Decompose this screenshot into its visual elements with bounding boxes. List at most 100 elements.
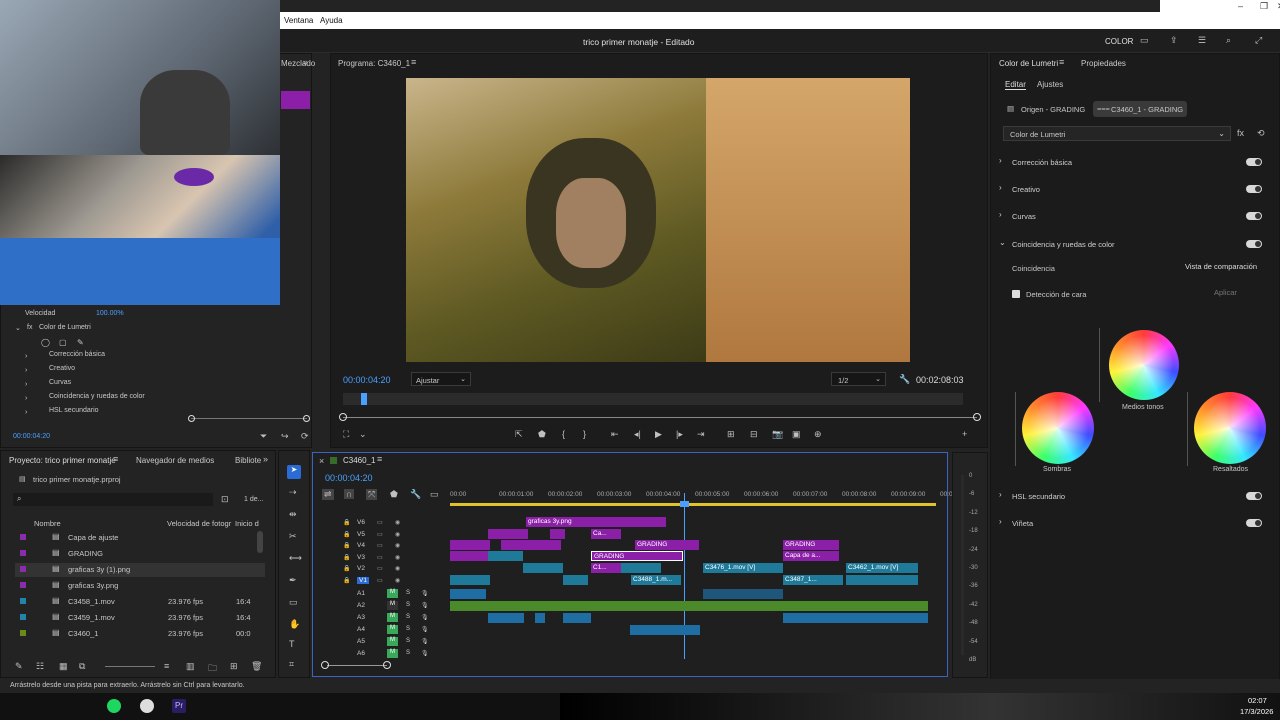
new-item-icon[interactable]: ⊞: [230, 661, 238, 672]
lift-icon[interactable]: ⇱: [515, 429, 523, 440]
section-toggle[interactable]: [1246, 158, 1262, 166]
col-fps[interactable]: Velocidad de fotogr: [167, 519, 231, 528]
sync-icon[interactable]: ▭: [377, 542, 383, 549]
tab-menu-icon[interactable]: ≡: [377, 454, 382, 464]
insert-icon[interactable]: ⊞: [727, 429, 735, 440]
lock-icon[interactable]: 🔒: [343, 542, 350, 549]
mic-icon[interactable]: 🎙: [421, 638, 429, 645]
audio-track-label[interactable]: A3: [357, 614, 365, 621]
mic-icon[interactable]: 🎙: [421, 650, 429, 657]
type-tool-icon[interactable]: T: [289, 639, 295, 649]
video-track-label[interactable]: V6: [357, 519, 365, 526]
effect-select[interactable]: Color de Lumetri ⌄: [1003, 126, 1231, 141]
add-marker-icon[interactable]: ⬟: [390, 489, 398, 500]
project-search-input[interactable]: ⌕: [13, 493, 213, 506]
menu-ayuda[interactable]: Ayuda: [320, 16, 343, 25]
safe-margins-icon[interactable]: ⛶: [343, 429, 349, 440]
zoom-handle[interactable]: [321, 661, 329, 669]
chevron-down-icon[interactable]: ⌄: [15, 324, 21, 332]
clip-v3-a[interactable]: [450, 551, 490, 561]
scrub-bar[interactable]: [343, 417, 977, 418]
mic-icon[interactable]: 🎙: [421, 626, 429, 633]
pen-tool-icon[interactable]: ✒: [289, 575, 297, 586]
sync-icon[interactable]: ▭: [377, 531, 383, 538]
workspace-label[interactable]: COLOR: [1105, 37, 1133, 46]
eye-icon[interactable]: ◉: [395, 531, 400, 538]
lock-icon[interactable]: 🔒: [343, 531, 350, 538]
project-row[interactable]: ▤ Capa de ajuste: [15, 531, 265, 545]
clip-v4-a[interactable]: [450, 540, 490, 550]
project-row[interactable]: ▤ C3458_1.mov 23.976 fps 16:4: [15, 595, 265, 609]
clip-v1-b[interactable]: [563, 575, 588, 585]
marker-icon[interactable]: ⬟: [538, 429, 546, 440]
project-row[interactable]: ▤ C3459_1.mov 23.976 fps 16:4: [15, 611, 265, 625]
project-row[interactable]: ▤ C3460_1 23.976 fps 00:0: [15, 627, 265, 641]
clip-grading-1[interactable]: GRADING: [635, 540, 699, 550]
tab-menu-icon[interactable]: ≡: [411, 57, 416, 67]
left-item-creative[interactable]: › Creativo: [25, 365, 225, 379]
automate-icon[interactable]: ▥: [186, 661, 195, 672]
mute-icon[interactable]: M: [387, 589, 398, 598]
chevrons-icon[interactable]: »: [303, 57, 308, 67]
audio-track-label[interactable]: A1: [357, 590, 365, 597]
loop-icon[interactable]: ⟳: [301, 431, 309, 442]
comparison-view-button[interactable]: Vista de comparación: [1181, 260, 1261, 274]
export-icon[interactable]: ↪: [281, 431, 289, 442]
project-row[interactable]: ▤ GRADING: [15, 547, 265, 561]
clip-c3487[interactable]: C3487_1...: [783, 575, 843, 585]
clip-capa[interactable]: Capa de a...: [783, 551, 839, 561]
eye-icon[interactable]: ◉: [395, 577, 400, 584]
restore-icon[interactable]: ❐: [1260, 1, 1268, 12]
mute-icon[interactable]: M: [387, 625, 398, 634]
list-view-icon[interactable]: ☷: [36, 661, 44, 672]
solo-icon[interactable]: S: [406, 590, 410, 596]
tab-menu-icon[interactable]: ≡: [1059, 57, 1064, 67]
icon-view-icon[interactable]: ▦: [59, 661, 68, 672]
share-icon[interactable]: ⇪: [1170, 35, 1178, 46]
tab-menu-icon[interactable]: ≡: [113, 454, 118, 464]
spotify-icon[interactable]: [107, 699, 121, 713]
velocity-value[interactable]: 100.00%: [96, 310, 124, 317]
hand-tool-icon[interactable]: ✋: [289, 619, 300, 630]
section-toggle[interactable]: [1246, 240, 1262, 248]
left-item-wheels[interactable]: › Coincidencia y ruedas de color: [25, 393, 225, 407]
section-vignette[interactable]: › Viñeta: [999, 517, 1269, 531]
clip-c3476[interactable]: C3476_1.mov [V]: [703, 563, 783, 573]
section-creative[interactable]: › Creativo: [999, 183, 1269, 197]
audio-clip-a3d[interactable]: [783, 613, 928, 623]
expand-icon[interactable]: ⤢: [1255, 35, 1262, 46]
col-name[interactable]: Nombre: [34, 519, 61, 528]
reset-icon[interactable]: ⟲: [1257, 128, 1265, 139]
mic-icon[interactable]: 🎙: [421, 590, 429, 597]
bin-icon[interactable]: ⊡: [221, 494, 229, 505]
clip-v1-a[interactable]: [450, 575, 490, 585]
menu-ventana[interactable]: Ventana: [284, 16, 313, 25]
scrub-handle-right[interactable]: [973, 413, 981, 421]
clip-ca[interactable]: Ca...: [591, 529, 621, 539]
mark-in-icon[interactable]: {: [562, 429, 565, 439]
ellipse-mask-icon[interactable]: ◯: [41, 338, 50, 347]
overwrite-icon[interactable]: ⊟: [750, 429, 758, 440]
clip-v4-b[interactable]: [501, 540, 561, 550]
section-basic[interactable]: › Corrección básica: [999, 156, 1269, 170]
section-hsl[interactable]: › HSL secundario: [999, 490, 1269, 504]
clip-grading-3[interactable]: GRADING: [783, 540, 839, 550]
wrench-icon[interactable]: 🔧: [899, 374, 910, 385]
caption-tool-icon[interactable]: ⌗: [289, 659, 294, 670]
clip-v2-b[interactable]: [621, 563, 661, 573]
section-toggle[interactable]: [1246, 185, 1262, 193]
adjust-tab[interactable]: Ajustes: [1037, 80, 1063, 89]
audio-track-label[interactable]: A6: [357, 650, 365, 657]
ripple-edit-icon[interactable]: ⇹: [289, 509, 297, 520]
trash-icon[interactable]: 🗑: [251, 661, 262, 672]
audio-clip-a2[interactable]: [450, 601, 928, 611]
audio-track-label[interactable]: A5: [357, 638, 365, 645]
eye-icon[interactable]: ◉: [395, 554, 400, 561]
lock-icon[interactable]: 🔒: [343, 519, 350, 526]
highlights-wheel[interactable]: [1194, 392, 1266, 464]
project-row[interactable]: ▤ graficas 3y (1).png: [15, 563, 265, 577]
go-to-in-icon[interactable]: ⇤: [611, 429, 619, 440]
mini-handle[interactable]: [303, 415, 310, 422]
eye-icon[interactable]: ◉: [395, 519, 400, 526]
audio-clip-a1[interactable]: [450, 589, 486, 599]
